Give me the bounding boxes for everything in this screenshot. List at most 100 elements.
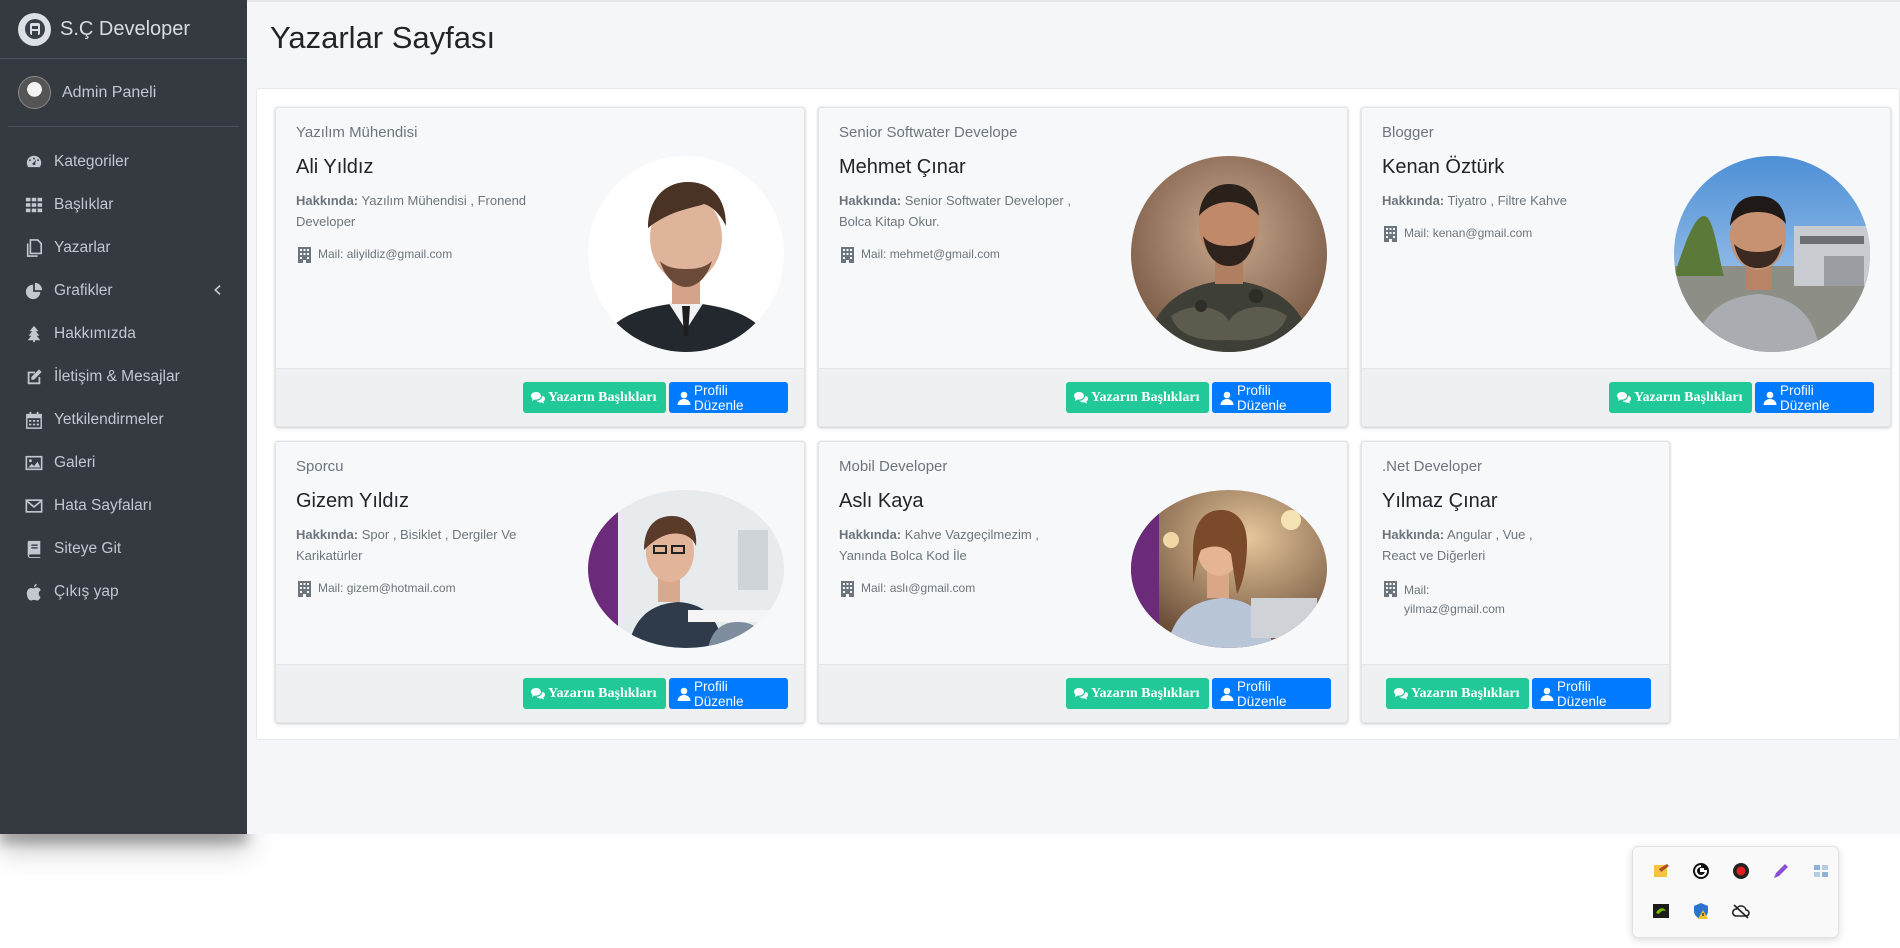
mail-value: aslı@gmail.com [889, 581, 976, 595]
author-headings-button[interactable]: Yazarın Başlıkları [1066, 678, 1209, 709]
about-text: Tiyatro , Filtre Kahve [1447, 193, 1567, 208]
user-icon [1540, 687, 1554, 701]
edit-profile-button[interactable]: Profili Düzenle [1755, 382, 1874, 413]
mail-value: mehmet@gmail.com [889, 247, 1000, 261]
image-icon [24, 454, 44, 472]
nvidia-icon[interactable] [1651, 901, 1671, 921]
mail-label: Mail: [861, 581, 887, 595]
author-name: Ali Yıldız [296, 156, 374, 178]
building-icon [298, 247, 312, 263]
sidebar-item-yetkilendirmeler[interactable]: Yetkilendirmeler [0, 398, 247, 441]
author-about: Hakkında: Yazılım Mühendisi , Fronend De… [296, 190, 541, 232]
sidebar-item-grafikler[interactable]: Grafikler [0, 269, 247, 312]
author-about: Hakkında: Angular , Vue , React ve Diğer… [1382, 524, 1542, 566]
author-title: Sporcu [296, 458, 344, 475]
author-card: Senior Softwater Develope Mehmet Çınar H… [818, 107, 1348, 427]
comments-icon [531, 687, 545, 701]
mail-value: kenan@gmail.com [1432, 226, 1533, 240]
record-icon[interactable] [1731, 861, 1751, 881]
author-title: .Net Developer [1382, 458, 1483, 475]
building-icon [841, 581, 855, 597]
author-about: Hakkında: Tiyatro , Filtre Kahve [1382, 190, 1627, 211]
author-card: Yazılım Mühendisi Ali Yıldız Hakkında: Y… [275, 107, 805, 427]
authors-panel: Yazılım Mühendisi Ali Yıldız Hakkında: Y… [256, 88, 1900, 740]
author-photo [1131, 156, 1327, 352]
author-headings-button[interactable]: Yazarın Başlıkları [1066, 382, 1209, 413]
edit-icon [24, 368, 44, 386]
author-mail: Mail: gizem@hotmail.com [298, 581, 456, 597]
button-label: Yazarın Başlıkları [548, 389, 657, 405]
author-headings-button[interactable]: Yazarın Başlıkları [523, 382, 666, 413]
mail-label: Mail: [861, 247, 887, 261]
user-icon [1763, 391, 1777, 405]
sidebar-item-yazarlar[interactable]: Yazarlar [0, 226, 247, 269]
shield-alert-icon[interactable] [1691, 901, 1711, 921]
content-wrapper: Yazarlar Sayfası Yazılım Mühendisi Ali Y… [247, 0, 1900, 834]
pen-icon[interactable] [1771, 861, 1791, 881]
edit-profile-button[interactable]: Profili Düzenle [1212, 382, 1331, 413]
pie-chart-icon [24, 282, 44, 300]
copy-icon [24, 238, 44, 257]
about-label: Hakkında: [839, 527, 902, 542]
button-label: Profili Düzenle [1237, 382, 1287, 413]
author-headings-button[interactable]: Yazarın Başlıkları [1386, 678, 1529, 709]
chevron-left-icon[interactable] [211, 283, 225, 297]
author-photo [588, 490, 784, 648]
author-headings-button[interactable]: Yazarın Başlıkları [1609, 382, 1752, 413]
author-card: .Net Developer Yılmaz Çınar Hakkında: An… [1361, 441, 1670, 723]
tree-icon [24, 325, 44, 343]
button-label: Profili Düzenle [694, 382, 744, 413]
sticky-notes-icon[interactable] [1651, 861, 1671, 881]
card-footer: Yazarın Başlıkları Profili Düzenle [819, 368, 1347, 426]
user-icon [677, 687, 691, 701]
sidebar-item-label: Galeri [54, 453, 96, 471]
sidebar-nav: Kategoriler Başlıklar Yazarlar Grafikler… [0, 127, 247, 613]
sidebar-item-hata-sayfalari[interactable]: Hata Sayfaları [0, 484, 247, 527]
author-card: Blogger Kenan Öztürk Hakkında: Tiyatro ,… [1361, 107, 1891, 427]
sidebar-item-iletisim[interactable]: İletişim & Mesajlar [0, 355, 247, 398]
sidebar-item-label: İletişim & Mesajlar [54, 367, 180, 385]
button-label: Yazarın Başlıkları [1091, 685, 1200, 701]
brand-link[interactable]: S.Ç Developer [0, 0, 247, 59]
author-headings-button[interactable]: Yazarın Başlıkları [523, 678, 666, 709]
sidebar-item-cikis[interactable]: Çıkış yap [0, 570, 247, 613]
about-label: Hakkında: [296, 527, 359, 542]
author-title: Mobil Developer [839, 458, 948, 475]
author-mail: Mail: aslı@gmail.com [841, 581, 975, 597]
about-label: Hakkında: [839, 193, 902, 208]
mail-label: Mail: [318, 581, 344, 595]
author-card: Sporcu Gizem Yıldız Hakkında: Spor , Bis… [275, 441, 805, 723]
button-label: Profili Düzenle [1557, 678, 1607, 709]
comments-icon [1074, 687, 1088, 701]
sidebar-item-siteye-git[interactable]: Siteye Git [0, 527, 247, 570]
author-name: Mehmet Çınar [839, 156, 966, 178]
button-label: Profili Düzenle [1237, 678, 1287, 709]
about-label: Hakkında: [296, 193, 359, 208]
button-label: Profili Düzenle [1780, 382, 1830, 413]
mail-value: yilmaz@gmail.com [1404, 602, 1505, 616]
edit-profile-button[interactable]: Profili Düzenle [669, 382, 788, 413]
sidebar-item-label: Başlıklar [54, 195, 114, 213]
author-about: Hakkında: Spor , Bisiklet , Dergiler Ve … [296, 524, 541, 566]
sidebar-item-kategoriler[interactable]: Kategoriler [0, 140, 247, 183]
cloud-off-icon[interactable] [1731, 901, 1751, 921]
book-icon [24, 540, 44, 558]
sidebar-item-basliklar[interactable]: Başlıklar [0, 183, 247, 226]
user-icon [677, 391, 691, 405]
network-icon[interactable] [1811, 861, 1831, 881]
author-card: Mobil Developer Aslı Kaya Hakkında: Kahv… [818, 441, 1348, 723]
sidebar-item-label: Yetkilendirmeler [54, 410, 164, 428]
sidebar-item-galeri[interactable]: Galeri [0, 441, 247, 484]
comments-icon [531, 391, 545, 405]
edit-profile-button[interactable]: Profili Düzenle [669, 678, 788, 709]
grid-icon [24, 196, 44, 214]
author-name: Aslı Kaya [839, 490, 924, 512]
comments-icon [1394, 687, 1408, 701]
mail-label: Mail: [318, 247, 344, 261]
user-panel[interactable]: Admin Paneli [8, 59, 239, 127]
edit-profile-button[interactable]: Profili Düzenle [1212, 678, 1331, 709]
edit-profile-button[interactable]: Profili Düzenle [1532, 678, 1651, 709]
sidebar-item-hakkimizda[interactable]: Hakkımızda [0, 312, 247, 355]
g-hub-icon[interactable] [1691, 861, 1711, 881]
sidebar: S.Ç Developer Admin Paneli Kategoriler B… [0, 0, 247, 834]
